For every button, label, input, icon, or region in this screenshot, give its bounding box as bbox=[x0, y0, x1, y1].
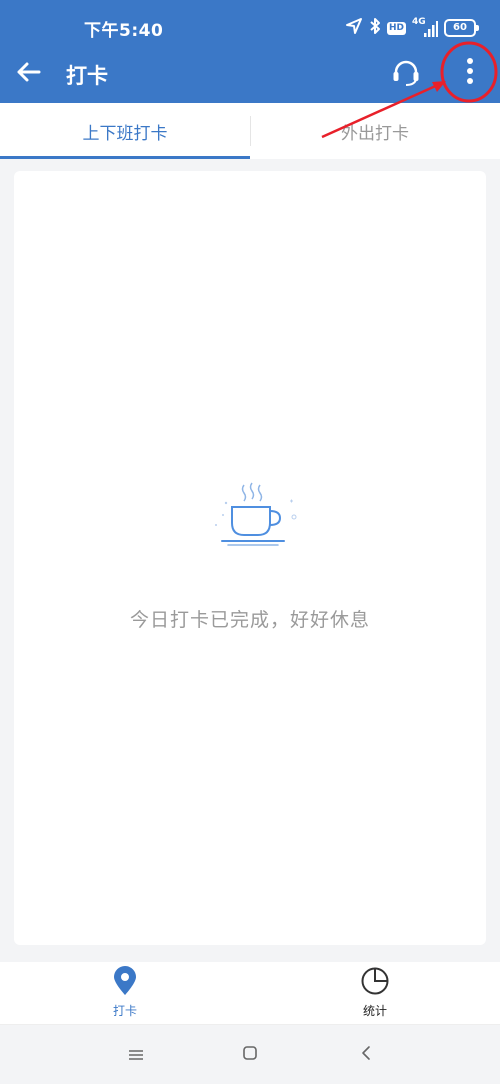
system-navigation-bar bbox=[0, 1025, 500, 1084]
tab-commute-punch[interactable]: 上下班打卡 bbox=[0, 103, 250, 159]
arrow-left-icon bbox=[15, 61, 41, 87]
nav-label-statistics: 统计 bbox=[362, 1004, 387, 1018]
tab-divider bbox=[250, 116, 251, 146]
bottom-navigation: 打卡 统计 bbox=[0, 962, 500, 1025]
hd-badge: HD bbox=[386, 21, 406, 35]
status-time: 下午5:40 bbox=[84, 21, 164, 41]
app-header: 下午5:40 HD 4G 60 打卡 bbox=[0, 0, 500, 103]
square-home-icon bbox=[242, 1045, 258, 1065]
more-options-button[interactable] bbox=[452, 52, 488, 94]
system-back-button[interactable] bbox=[352, 1041, 380, 1069]
pie-chart-icon bbox=[360, 966, 390, 996]
system-menu-button[interactable] bbox=[122, 1041, 150, 1069]
nav-item-statistics[interactable]: 统计 bbox=[330, 966, 420, 1022]
empty-state-message: 今日打卡已完成，好好休息 bbox=[129, 609, 370, 631]
location-pin-icon bbox=[110, 966, 140, 996]
nav-label-punch: 打卡 bbox=[112, 1004, 137, 1018]
page-title: 打卡 bbox=[66, 64, 108, 88]
coffee-cup-icon bbox=[210, 473, 306, 553]
battery-indicator: 60 bbox=[444, 19, 479, 37]
customer-service-button[interactable] bbox=[386, 54, 426, 94]
punch-content-card: 今日打卡已完成，好好休息 bbox=[14, 171, 486, 945]
chevron-left-icon bbox=[360, 1045, 372, 1065]
back-button[interactable] bbox=[10, 56, 46, 92]
nav-item-punch[interactable]: 打卡 bbox=[80, 966, 170, 1022]
location-arrow-icon bbox=[345, 17, 363, 39]
headset-icon bbox=[390, 56, 422, 92]
status-icons: HD 4G 60 bbox=[345, 14, 479, 42]
signal-icon: 4G bbox=[412, 17, 438, 39]
tab-outing-punch[interactable]: 外出打卡 bbox=[250, 103, 500, 159]
more-vertical-icon bbox=[465, 56, 475, 90]
bluetooth-icon bbox=[369, 17, 381, 39]
system-home-button[interactable] bbox=[236, 1041, 264, 1069]
menu-lines-icon bbox=[128, 1046, 144, 1065]
